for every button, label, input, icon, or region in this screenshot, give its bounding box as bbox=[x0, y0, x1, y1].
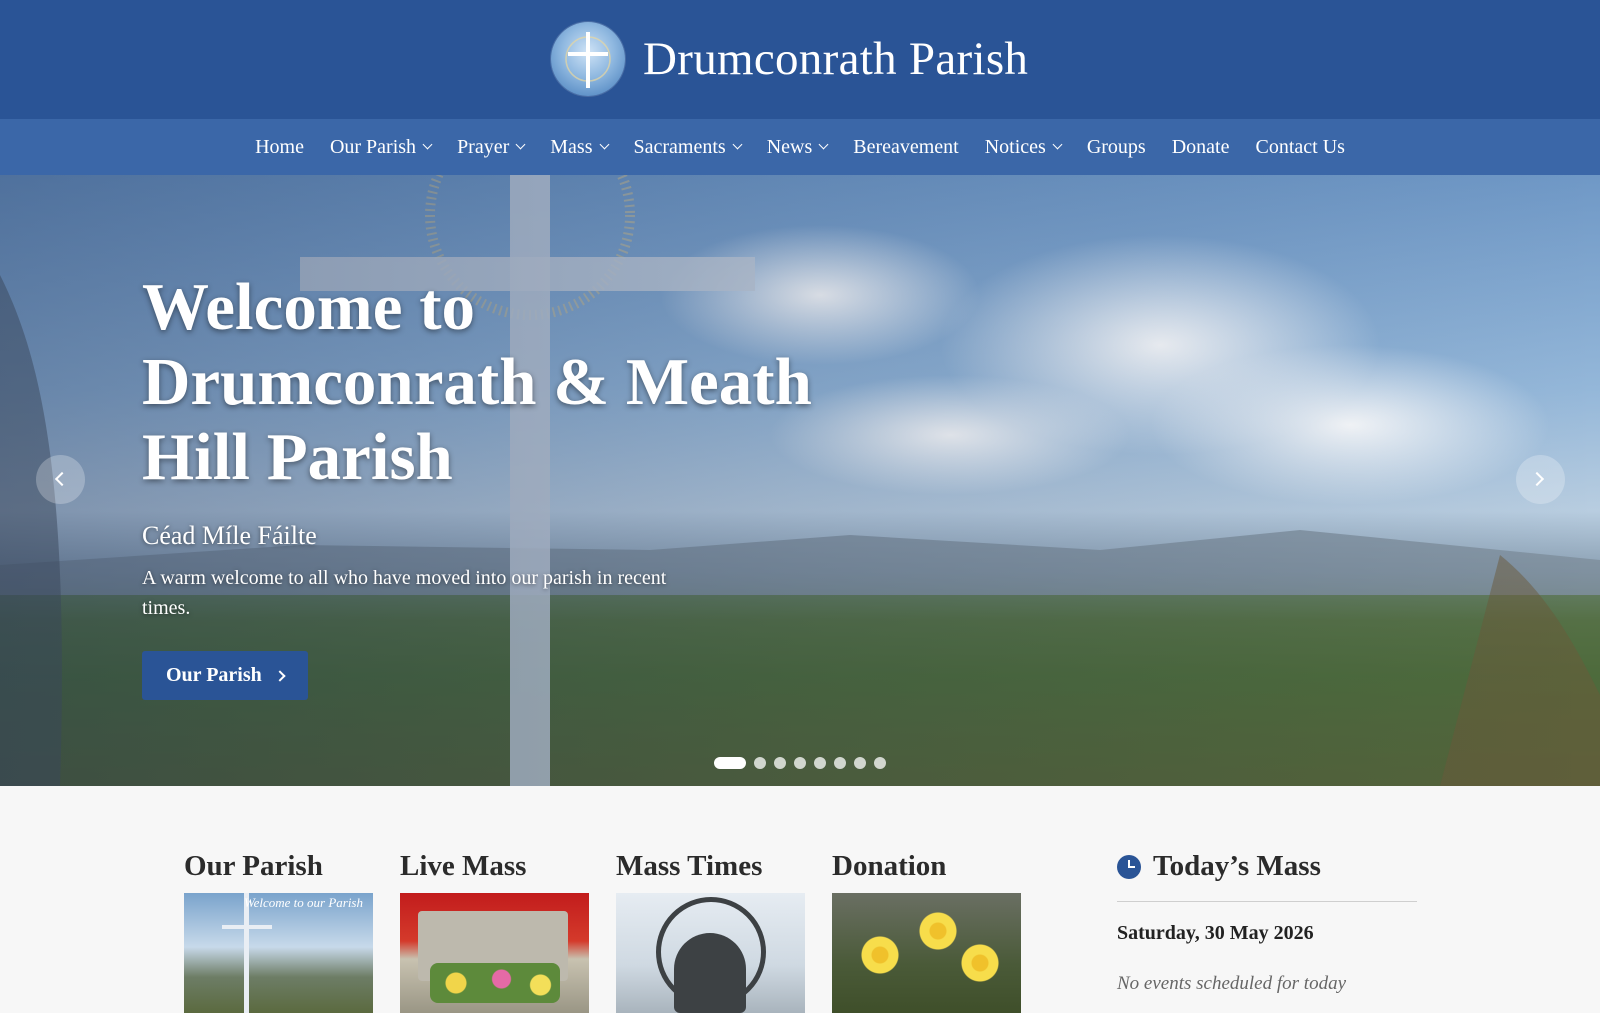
nav-item-label: Our Parish bbox=[329, 135, 417, 158]
site-brand-link[interactable]: Drumconrath Parish bbox=[551, 22, 1028, 96]
nav-item-prayer[interactable]: Prayer bbox=[444, 136, 537, 159]
slider-dot-8[interactable] bbox=[874, 757, 886, 769]
hero-slider: Welcome to Drumconrath & Meath Hill Pari… bbox=[0, 175, 1600, 786]
nav-item-label: Sacraments bbox=[633, 135, 726, 158]
feature-cards: Our Parish Welcome to our Parish Live Ma… bbox=[184, 850, 1021, 1013]
nav-item-groups[interactable]: Groups bbox=[1074, 136, 1159, 159]
card-image-our-parish[interactable]: Welcome to our Parish bbox=[184, 893, 373, 1013]
slider-prev-button[interactable] bbox=[36, 455, 85, 504]
nav-item-mass[interactable]: Mass bbox=[537, 136, 620, 159]
widget-title: Today’s Mass bbox=[1153, 850, 1321, 882]
nav-item-label: Bereavement bbox=[853, 135, 959, 158]
our-parish-button[interactable]: Our Parish bbox=[142, 651, 308, 700]
nav-item-label: Notices bbox=[984, 135, 1046, 158]
hero-title: Welcome to Drumconrath & Meath Hill Pari… bbox=[142, 270, 812, 494]
todays-mass-widget: Today’s Mass Saturday, 30 May 2026 No ev… bbox=[1117, 850, 1417, 995]
slider-dot-7[interactable] bbox=[854, 757, 866, 769]
site-title: Drumconrath Parish bbox=[643, 32, 1029, 85]
nav-item-notices[interactable]: Notices bbox=[972, 136, 1074, 159]
nav-item-label: Home bbox=[255, 135, 304, 158]
card-our-parish: Our Parish Welcome to our Parish bbox=[184, 850, 373, 1013]
nav-item-donate[interactable]: Donate bbox=[1159, 136, 1243, 159]
hero-subtitle: Céad Míle Fáilte bbox=[142, 521, 317, 550]
chevron-right-icon bbox=[1529, 471, 1545, 487]
slider-next-button[interactable] bbox=[1516, 455, 1565, 504]
chevron-down-icon bbox=[422, 139, 433, 150]
chevron-down-icon bbox=[732, 139, 743, 150]
card-title: Mass Times bbox=[616, 850, 763, 882]
card-title: Our Parish bbox=[184, 850, 323, 882]
nav-item-home[interactable]: Home bbox=[242, 136, 317, 159]
card-mass-times: Mass Times bbox=[616, 850, 805, 1013]
nav-item-sacraments[interactable]: Sacraments bbox=[621, 136, 754, 159]
card-title: Live Mass bbox=[400, 850, 527, 882]
nav-item-label: Contact Us bbox=[1255, 135, 1345, 158]
nav-item-contact-us[interactable]: Contact Us bbox=[1242, 136, 1357, 159]
slider-dot-1[interactable] bbox=[714, 757, 746, 769]
chevron-right-icon bbox=[274, 669, 286, 682]
card-title: Donation bbox=[832, 850, 947, 882]
card-live-mass: Live Mass bbox=[400, 850, 589, 1013]
site-header: Drumconrath Parish bbox=[0, 0, 1600, 119]
main-navigation: Home Our Parish Prayer Mass Sacraments News Be… bbox=[0, 119, 1600, 175]
chevron-left-icon bbox=[54, 471, 70, 487]
nav-item-our-parish[interactable]: Our Parish bbox=[317, 136, 444, 159]
card-image-live-mass[interactable] bbox=[400, 893, 589, 1013]
todays-date: Saturday, 30 May 2026 bbox=[1117, 922, 1314, 944]
nav-item-label: News bbox=[766, 135, 813, 158]
chevron-down-icon bbox=[599, 139, 609, 150]
card-donation: Donation bbox=[832, 850, 1021, 1013]
hero-description: A warm welcome to all who have moved int… bbox=[142, 567, 667, 619]
chevron-down-icon bbox=[515, 139, 526, 150]
our-parish-button-label: Our Parish bbox=[166, 664, 262, 686]
chevron-down-icon bbox=[818, 139, 829, 150]
slider-dot-6[interactable] bbox=[834, 757, 846, 769]
nav-item-news[interactable]: News bbox=[754, 136, 841, 159]
slider-dot-5[interactable] bbox=[814, 757, 826, 769]
slider-dot-3[interactable] bbox=[774, 757, 786, 769]
nav-item-label: Groups bbox=[1086, 135, 1146, 158]
slider-dot-2[interactable] bbox=[754, 757, 766, 769]
no-events-message: No events scheduled for today bbox=[1117, 973, 1347, 994]
nav-item-label: Donate bbox=[1171, 135, 1230, 158]
parish-logo-icon bbox=[551, 22, 625, 96]
nav-item-label: Mass bbox=[550, 135, 593, 158]
nav-item-bereavement[interactable]: Bereavement bbox=[840, 136, 972, 159]
nav-item-label: Prayer bbox=[457, 135, 510, 158]
chevron-down-icon bbox=[1052, 139, 1063, 150]
card-image-caption: Welcome to our Parish bbox=[243, 895, 363, 910]
slider-pagination bbox=[714, 757, 886, 769]
clock-icon bbox=[1117, 854, 1141, 879]
card-image-mass-times[interactable] bbox=[616, 893, 805, 1013]
card-image-donation[interactable] bbox=[832, 893, 1021, 1013]
hero-caption: Welcome to Drumconrath & Meath Hill Pari… bbox=[142, 270, 822, 700]
slider-dot-4[interactable] bbox=[794, 757, 806, 769]
